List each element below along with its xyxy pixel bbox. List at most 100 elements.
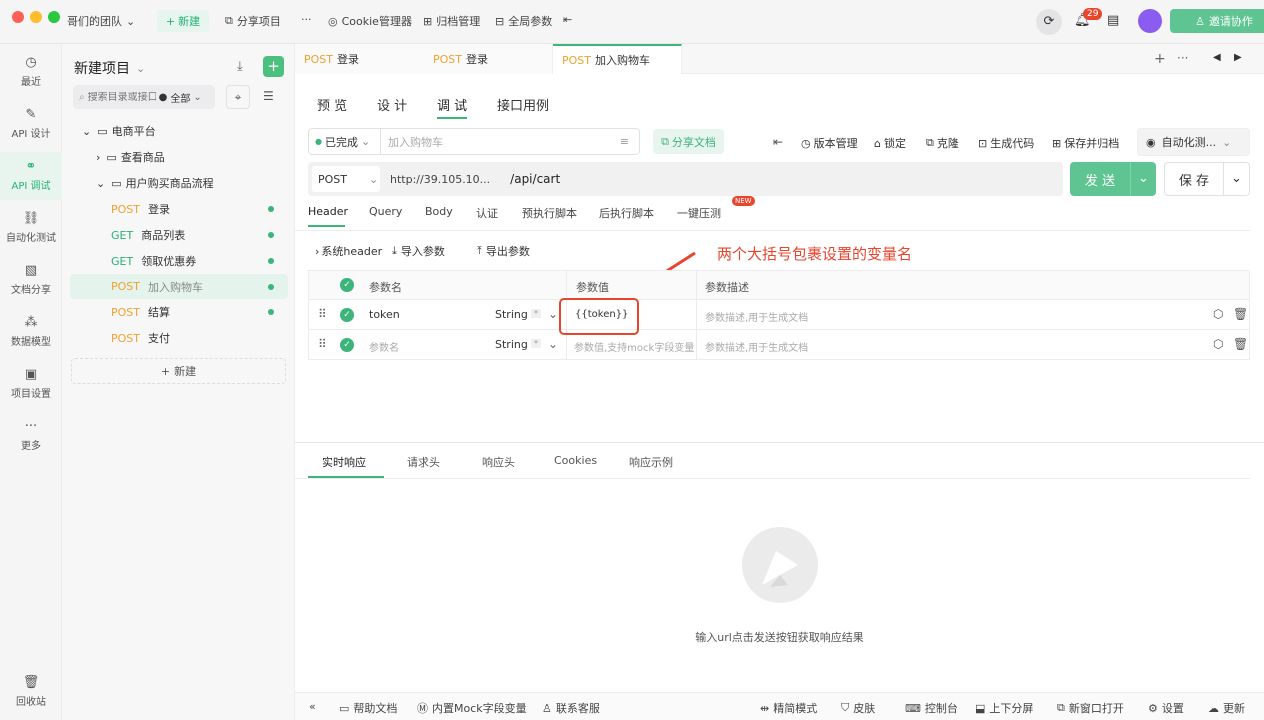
trash-icon[interactable]: 🗑︎ xyxy=(1233,337,1248,351)
compact-mode-button[interactable]: ⇹ 精简模式 xyxy=(760,700,817,716)
more-button[interactable]: ··· xyxy=(301,13,312,26)
tab-cases[interactable]: 接口用例 xyxy=(497,95,549,114)
nav-automation[interactable]: ⛓ 自动化测试 xyxy=(0,204,62,252)
resp-tab-example[interactable]: 响应示例 xyxy=(629,454,673,470)
api-item-checkout[interactable]: POST 结算 xyxy=(70,300,288,324)
path-input[interactable]: /api/cart xyxy=(510,172,560,186)
collapse-icon[interactable]: ☰ xyxy=(263,89,274,103)
param-tab-body[interactable]: Body xyxy=(425,205,453,218)
nav-more[interactable]: ··· 更多 xyxy=(0,412,62,460)
send-button[interactable]: 发 送 ⌄ xyxy=(1070,162,1156,196)
folder-view-products[interactable]: › ▭ 查看商品 xyxy=(70,145,288,169)
tab-design[interactable]: 设 计 xyxy=(377,95,407,114)
param-tab-post-script[interactable]: 后执行脚本 xyxy=(599,205,654,221)
check-all-icon[interactable]: ✓ xyxy=(340,278,354,292)
tab-next-icon[interactable]: ▶ xyxy=(1234,52,1242,63)
param-type[interactable]: String xyxy=(495,338,528,351)
global-params-button[interactable]: ⊟ 全局参数 xyxy=(495,13,552,29)
system-header-toggle[interactable]: › 系统header xyxy=(315,243,382,259)
help-doc-button[interactable]: ▭ 帮助文档 xyxy=(339,700,397,716)
name-input[interactable]: 加入购物车 xyxy=(381,134,620,150)
maximize-window-button[interactable] xyxy=(48,11,60,23)
param-tab-stress[interactable]: 一键压测 xyxy=(677,205,721,221)
required-icon[interactable]: * xyxy=(531,309,541,318)
status-select[interactable]: ● 已完成 ⌄ xyxy=(309,129,381,154)
tab-prev-icon[interactable]: ◀ xyxy=(1213,52,1221,63)
nav-project-settings[interactable]: ▣ 项目设置 xyxy=(0,360,62,408)
row-check-icon[interactable]: ✓ xyxy=(340,338,354,352)
param-tab-query[interactable]: Query xyxy=(369,205,402,218)
console-button[interactable]: ⌨ 控制台 xyxy=(905,700,958,716)
row-check-icon[interactable]: ✓ xyxy=(340,308,354,322)
nav-api-debug[interactable]: ⚭ API 调试 xyxy=(0,152,62,200)
resp-tab-realtime[interactable]: 实时响应 xyxy=(322,454,366,470)
list-icon[interactable]: ⇤ xyxy=(773,135,783,149)
param-name[interactable]: token xyxy=(369,308,400,321)
param-tab-auth[interactable]: 认证 xyxy=(476,205,498,221)
param-tab-pre-script[interactable]: 预执行脚本 xyxy=(522,205,577,221)
param-name[interactable]: 参数名 xyxy=(369,339,399,354)
resp-tab-cookies[interactable]: Cookies xyxy=(554,454,597,467)
nav-data-model[interactable]: ⁂ 数据模型 xyxy=(0,308,62,356)
gen-code-button[interactable]: ⊡ 生成代码 xyxy=(978,135,1034,151)
tab-preview[interactable]: 预 览 xyxy=(317,95,347,114)
chevron-down-icon[interactable]: ⌄ xyxy=(548,307,558,321)
archive-button[interactable]: ⊞ 归档管理 xyxy=(423,13,480,29)
add-tab-icon[interactable]: + xyxy=(1154,51,1166,67)
doc-tab-login-1[interactable]: POST 登录 xyxy=(295,44,425,74)
nav-recent[interactable]: ◷ 最近 xyxy=(0,48,62,96)
new-button[interactable]: + 新建 xyxy=(157,10,209,32)
lock-button[interactable]: ⌂ 锁定 xyxy=(874,135,906,151)
notes-icon[interactable]: ▤ xyxy=(1107,13,1119,28)
split-screen-button[interactable]: ⬓ 上下分屏 xyxy=(975,700,1033,716)
list-indent-icon[interactable]: ⇤ xyxy=(563,13,572,26)
api-item-add-cart[interactable]: POST 加入购物车 xyxy=(70,274,288,299)
folder-root[interactable]: ⌄ ▭ 电商平台 xyxy=(70,119,288,143)
nav-doc-share[interactable]: ▧ 文档分享 xyxy=(0,256,62,304)
import-icon[interactable]: ⤓ xyxy=(237,59,243,74)
cube-icon[interactable]: ⬡ xyxy=(1213,337,1223,351)
filter-label[interactable]: 全部 xyxy=(170,90,190,105)
folder-purchase-flow[interactable]: ⌄ ▭ 用户购买商品流程 xyxy=(70,171,288,195)
trash-icon[interactable]: 🗑︎ xyxy=(1233,307,1248,321)
close-window-button[interactable] xyxy=(12,11,24,23)
collapse-sidebar-icon[interactable]: « xyxy=(309,700,316,713)
save-archive-button[interactable]: ⊞ 保存并归档 xyxy=(1052,135,1119,151)
add-button[interactable]: + xyxy=(263,56,284,77)
share-doc-button[interactable]: ⧉ 分享文档 xyxy=(653,129,724,154)
tree-new-button[interactable]: + 新建 xyxy=(71,358,286,384)
chevron-down-icon[interactable]: ⌄ xyxy=(548,337,558,351)
param-tab-header[interactable]: Header xyxy=(308,205,348,218)
settings-button[interactable]: ⚙ 设置 xyxy=(1148,700,1184,716)
avatar[interactable] xyxy=(1138,9,1162,33)
resp-tab-resp-headers[interactable]: 响应头 xyxy=(482,454,515,470)
import-params-button[interactable]: ⤓ 导入参数 xyxy=(392,243,445,259)
chevron-down-icon[interactable]: ⌄ xyxy=(1130,162,1156,196)
save-button[interactable]: 保 存 ⌄ xyxy=(1164,162,1250,196)
api-item-login[interactable]: POST 登录 xyxy=(70,197,288,221)
skin-button[interactable]: ⛉ 皮肤 xyxy=(841,700,875,716)
nav-trash[interactable]: 🗑︎ 回收站 xyxy=(0,668,62,716)
sync-icon[interactable]: ⟳ xyxy=(1036,9,1062,35)
mock-vars-button[interactable]: Ⓜ 内置Mock字段变量 xyxy=(417,700,527,716)
invite-button[interactable]: ♙ 邀请协作 xyxy=(1170,9,1264,33)
clone-button[interactable]: ⧉ 克隆 xyxy=(926,135,959,151)
locate-icon[interactable]: ⌖ xyxy=(226,85,250,109)
nav-api-design[interactable]: ✎ API 设计 xyxy=(0,100,62,148)
search-box[interactable]: ⌕ ● 全部 ⌄ xyxy=(73,85,215,109)
chevron-down-icon[interactable]: ⌄ xyxy=(1223,163,1249,195)
param-desc[interactable]: 参数描述,用于生成文档 xyxy=(705,309,808,324)
api-item-coupon[interactable]: GET 领取优惠券 xyxy=(70,249,288,273)
method-select[interactable]: POST ⌄ xyxy=(312,166,380,192)
share-project-button[interactable]: ⧉ 分享项目 xyxy=(225,13,281,29)
export-params-button[interactable]: ⤒ 导出参数 xyxy=(477,243,530,259)
project-selector[interactable]: 新建项目 ⌄ xyxy=(74,58,145,78)
tab-more-icon[interactable]: ··· xyxy=(1177,51,1188,65)
list-icon[interactable]: ≡ xyxy=(620,135,639,148)
doc-tab-add-cart[interactable]: POST 加入购物车 xyxy=(553,44,682,74)
api-item-pay[interactable]: POST 支付 xyxy=(70,326,288,350)
minimize-window-button[interactable] xyxy=(30,11,42,23)
new-window-button[interactable]: ⧉ 新窗口打开 xyxy=(1057,700,1124,716)
cookie-manager-button[interactable]: ◎ Cookie管理器 xyxy=(328,13,412,29)
param-value[interactable]: 参数值,支持mock字段变量 xyxy=(574,339,695,354)
